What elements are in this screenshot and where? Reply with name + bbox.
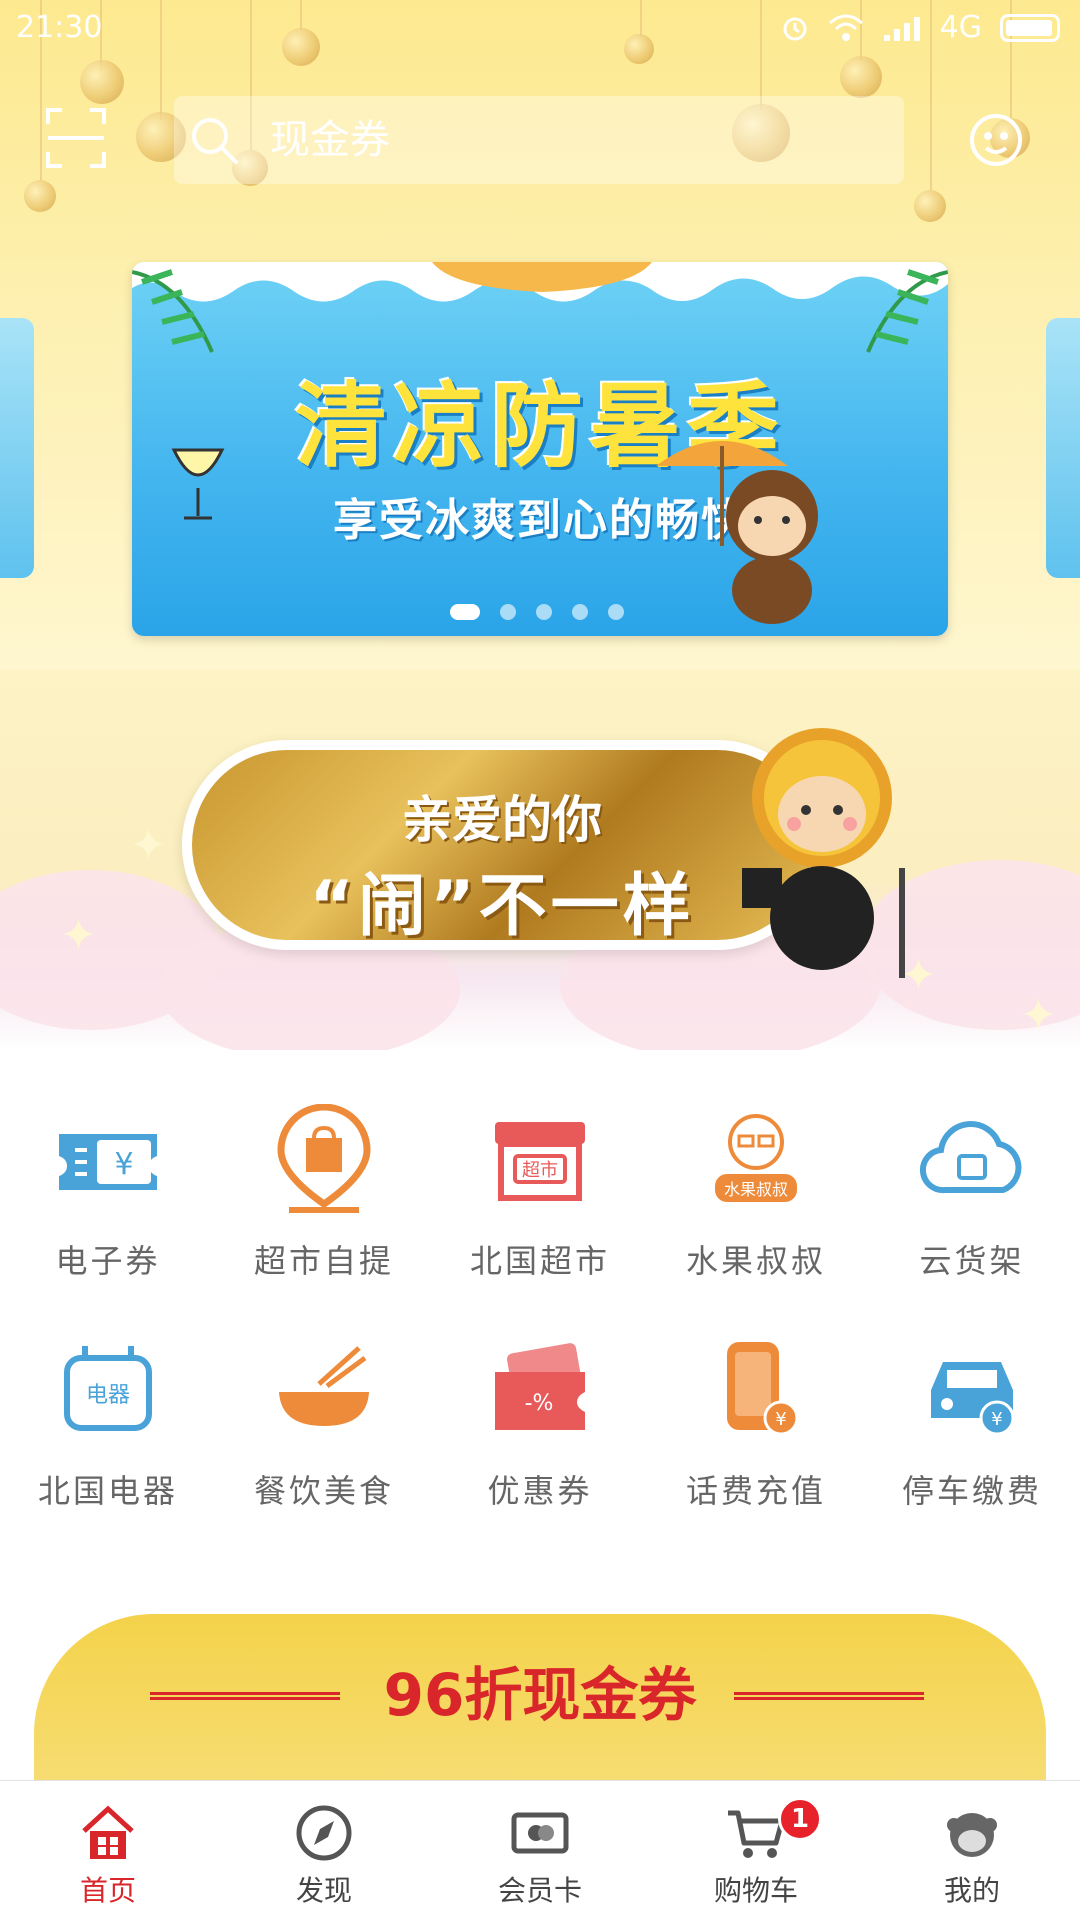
parking-payment-icon: ¥ — [931, 1362, 1015, 1436]
carousel-banner[interactable]: 清凉防暑季 享受冰爽到心的畅快 — [132, 262, 948, 636]
search-icon — [192, 118, 238, 164]
carousel-dot[interactable] — [608, 604, 624, 620]
service-label: 停车缴费 — [901, 1472, 1042, 1510]
carousel-next-card[interactable] — [1046, 318, 1080, 578]
svg-text:超市: 超市 — [522, 1160, 558, 1181]
message-icon[interactable] — [964, 110, 1028, 174]
search-bar[interactable] — [174, 96, 904, 184]
sparkle-icon: ✦ — [1020, 990, 1057, 1041]
service-label: 餐饮美食 — [253, 1472, 394, 1510]
service-grid: ¥ 电子券 超市自提 超市 北国超市 水果叔叔 水果叔叔 云货架 电器 北国电器… — [0, 1104, 1080, 1564]
service-store-pickup[interactable]: 超市自提 — [216, 1104, 432, 1334]
service-label: 优惠券 — [487, 1472, 593, 1510]
cloud-shelf-icon — [919, 1121, 1022, 1194]
coupon-icon: -% — [495, 1343, 585, 1430]
cart-icon — [728, 1810, 785, 1858]
drink-glass-icon — [171, 448, 225, 520]
sparkle-icon: ✦ — [60, 910, 97, 961]
tab-home[interactable]: 首页 — [0, 1781, 216, 1920]
service-coupon[interactable]: -% 优惠券 — [432, 1334, 648, 1564]
store-pickup-icon — [277, 1104, 371, 1213]
svg-text:¥: ¥ — [775, 1409, 786, 1430]
phone-recharge-icon: ¥ — [727, 1342, 799, 1436]
scan-icon[interactable] — [44, 106, 108, 170]
profile-icon — [947, 1813, 997, 1857]
carousel-dot[interactable] — [500, 604, 516, 620]
service-fruit-uncle[interactable]: 水果叔叔 水果叔叔 — [648, 1104, 864, 1334]
network-type: 4G — [939, 10, 982, 45]
tab-label: 发现 — [295, 1874, 352, 1907]
svg-text:-%: -% — [525, 1391, 554, 1416]
service-label: 超市自提 — [253, 1242, 394, 1280]
tab-label: 会员卡 — [497, 1874, 582, 1907]
tab-label: 购物车 — [713, 1874, 798, 1907]
food-bowl-icon — [279, 1346, 369, 1426]
status-bar: 21:30 4G — [0, 0, 1080, 56]
tab-member-card[interactable]: 会员卡 — [432, 1781, 648, 1920]
tab-profile[interactable]: 我的 — [864, 1781, 1080, 1920]
e-voucher-icon: ¥ — [59, 1134, 157, 1190]
svg-text:电器: 电器 — [86, 1383, 130, 1408]
service-label: 云货架 — [919, 1242, 1025, 1280]
supermarket-icon: 超市 — [495, 1122, 585, 1201]
home-icon — [82, 1805, 134, 1859]
search-input[interactable] — [270, 117, 830, 163]
carousel-dot[interactable] — [572, 604, 588, 620]
tab-discover[interactable]: 发现 — [216, 1781, 432, 1920]
tab-label: 首页 — [79, 1874, 136, 1907]
service-food[interactable]: 餐饮美食 — [216, 1334, 432, 1564]
tab-cart[interactable]: 1 购物车 — [648, 1781, 864, 1920]
bottom-tab-bar: 首页 发现 会员卡 1 购物车 我的 — [0, 1780, 1080, 1920]
compass-icon — [296, 1805, 352, 1861]
fruit-uncle-icon: 水果叔叔 — [715, 1114, 797, 1202]
carousel-dot[interactable] — [450, 604, 480, 620]
monkey-magician-icon — [742, 728, 905, 978]
wifi-icon — [828, 14, 863, 41]
service-supermarket[interactable]: 超市 北国超市 — [432, 1104, 648, 1334]
svg-text:¥: ¥ — [114, 1147, 133, 1182]
appliances-icon: 电器 — [64, 1346, 152, 1431]
tab-label: 我的 — [943, 1874, 1000, 1907]
promo-banner[interactable]: ✦ ✦ ✦ ✦ 亲爱的你 “闹”不一样 — [0, 670, 1080, 1050]
service-appliances[interactable]: 电器 北国电器 — [0, 1334, 216, 1564]
service-label: 北国电器 — [37, 1472, 178, 1510]
member-card-icon — [511, 1812, 569, 1854]
service-cloud-shelf[interactable]: 云货架 — [864, 1104, 1080, 1334]
signal-icon — [883, 16, 920, 41]
carousel-dot[interactable] — [536, 604, 552, 620]
service-label: 北国超市 — [469, 1242, 610, 1280]
service-parking[interactable]: ¥ 停车缴费 — [864, 1334, 1080, 1564]
service-label: 话费充值 — [685, 1472, 826, 1510]
status-time: 21:30 — [16, 10, 103, 45]
service-label: 水果叔叔 — [685, 1242, 826, 1280]
svg-text:水果叔叔: 水果叔叔 — [724, 1180, 788, 1199]
alarm-icon — [783, 17, 807, 40]
battery-icon — [1000, 13, 1060, 42]
svg-text:¥: ¥ — [991, 1409, 1002, 1430]
service-phone-recharge[interactable]: ¥ 话费充值 — [648, 1334, 864, 1564]
service-label: 电子券 — [55, 1242, 161, 1280]
cart-badge: 1 — [778, 1797, 822, 1841]
banner-wave-decoration — [132, 262, 948, 302]
carousel-indicator — [450, 604, 624, 620]
monkey-mascot-icon — [726, 470, 818, 624]
sparkle-icon: ✦ — [130, 820, 167, 871]
header-background: 21:30 4G 现金券 清凉防暑季 享受冰爽到心的畅快 — [0, 0, 1080, 670]
service-e-voucher[interactable]: ¥ 电子券 — [0, 1104, 216, 1334]
voucher-title: 96折现金券 — [383, 1661, 697, 1729]
carousel-prev-card[interactable] — [0, 318, 34, 578]
